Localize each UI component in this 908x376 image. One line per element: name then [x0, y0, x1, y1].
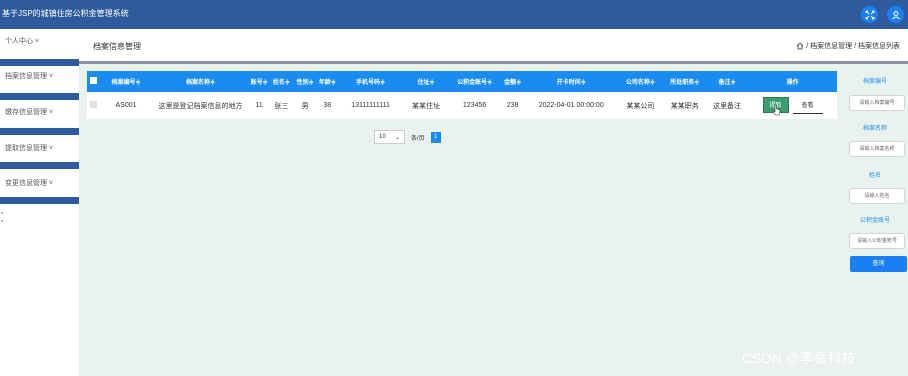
page-size-label: 条/页 — [411, 135, 425, 142]
sidebar-item-archive[interactable]: 档案信息管理 ˅ — [0, 66, 79, 88]
sidebar-divider — [0, 59, 79, 66]
column-header[interactable]: 性别≑ — [294, 71, 316, 92]
table-cell: 123456 — [462, 102, 487, 109]
table-cell: 张三 — [274, 102, 289, 110]
column-header[interactable]: 备注≑ — [706, 71, 748, 92]
fullscreen-button[interactable] — [861, 6, 878, 23]
user-button[interactable] — [887, 6, 904, 23]
page-header: 档案信息管理 / 档案信息管理 / 档案信息列表 — [79, 29, 908, 61]
watermark: CSDN @李会科技 — [742, 350, 856, 366]
column-header[interactable]: 住址≑ — [403, 71, 449, 92]
column-header: 操作 — [786, 80, 799, 86]
app-title: 基于JSP的城镇住房公积金管理系统 — [2, 9, 129, 18]
top-bar: 基于JSP的城镇住房公积金管理系统 — [0, 0, 908, 29]
table-cell: 这里是登记档案信息的地方 — [158, 102, 243, 110]
sidebar-divider — [0, 162, 79, 169]
sidebar-item-withdraw[interactable]: 提取信息管理 ˅ — [0, 138, 79, 160]
archive-table: 档案编号≑ 档案名称≑ 账号≑ 姓名≑ 性别≑ 年龄≑ 手机号码≑ 住址≑ 公积… — [87, 71, 837, 119]
page-size-select[interactable]: 10 ⌄ — [374, 130, 405, 144]
row-actions: 提取 查看 — [748, 92, 837, 119]
column-header[interactable]: 公积金账号≑ — [449, 71, 500, 92]
search-label-name: 姓名 — [868, 173, 881, 179]
sidebar-divider — [0, 128, 79, 135]
search-panel: 档案编号 请输入档案编号 档案名称 请输入档案名称 姓名 请输入姓名 公积金账号… — [842, 64, 908, 376]
search-input-name[interactable]: 请输入姓名 — [849, 188, 905, 204]
pagination: 10 ⌄ 条/页 1 — [374, 130, 441, 144]
search-input-archive-no[interactable]: 请输入档案编号 — [849, 95, 905, 111]
sidebar-item-personal-center[interactable]: 个人中心 ˅ — [0, 31, 79, 53]
sidebar-dot — [1, 220, 3, 222]
select-all-checkbox[interactable] — [87, 71, 101, 92]
search-label-archive-name: 档案名称 — [862, 126, 887, 132]
table-cell: AS001 — [115, 102, 137, 109]
header-divider — [79, 61, 908, 64]
chevron-down-icon: ⌄ — [394, 134, 400, 141]
column-header[interactable]: 档案编号≑ — [101, 71, 152, 92]
table-cell: 238 — [506, 102, 519, 109]
cursor-icon — [772, 104, 780, 116]
sidebar-dot — [1, 212, 3, 214]
search-input-fund-account[interactable]: 请输入公积金账号 — [849, 233, 905, 249]
column-header[interactable]: 公司名称≑ — [617, 71, 663, 92]
breadcrumb-path[interactable]: / 档案信息管理 / 档案信息列表 — [806, 41, 900, 51]
table-cell: 男 — [301, 102, 309, 110]
user-icon — [891, 10, 900, 19]
view-button[interactable]: 查看 — [792, 98, 823, 114]
row-checkbox[interactable] — [87, 92, 101, 119]
column-header[interactable]: 姓名≑ — [269, 71, 294, 92]
search-input-archive-name[interactable]: 请输入档案名称 — [849, 141, 905, 157]
column-header[interactable]: 年龄≑ — [316, 71, 338, 92]
home-icon[interactable] — [796, 42, 804, 50]
sidebar: 个人中心 ˅ 档案信息管理 ˅ 缴存信息管理 ˅ 提取信息管理 ˅ 变更信息管理… — [0, 29, 79, 376]
column-header[interactable]: 所处职务≑ — [664, 71, 706, 92]
withdraw-button[interactable]: 提取 — [762, 97, 789, 116]
page-title: 档案信息管理 — [93, 42, 141, 51]
table-cell: 13111111111 — [351, 102, 390, 109]
table-row: AS001 这里是登记档案信息的地方 11 张三 男 38 1311111111… — [87, 92, 837, 119]
page-size-value: 10 — [379, 134, 386, 140]
breadcrumb: / 档案信息管理 / 档案信息列表 — [796, 41, 900, 51]
table-cell: 11 — [255, 102, 263, 109]
sidebar-item-deposit[interactable]: 缴存信息管理 ˅ — [0, 102, 79, 124]
column-header[interactable]: 档案名称≑ — [151, 71, 249, 92]
sidebar-item-change[interactable]: 变更信息管理 ˅ — [0, 173, 79, 195]
table-header-row: 档案编号≑ 档案名称≑ 账号≑ 姓名≑ 性别≑ 年龄≑ 手机号码≑ 住址≑ 公积… — [87, 71, 837, 92]
sidebar-divider — [0, 197, 79, 204]
column-header[interactable]: 手机号码≑ — [338, 71, 402, 92]
table-cell: 2022-04-01 00:00:00 — [538, 102, 604, 109]
column-header[interactable]: 金额≑ — [500, 71, 525, 92]
page-number-current[interactable]: 1 — [430, 131, 441, 143]
table-cell: 某某住址 — [412, 102, 440, 110]
column-header[interactable]: 账号≑ — [250, 71, 269, 92]
search-label-archive-no: 档案编号 — [862, 79, 887, 85]
column-header[interactable]: 开卡时间≑ — [525, 71, 617, 92]
table-cell: 38 — [323, 102, 332, 109]
sidebar-divider — [0, 93, 79, 100]
search-button[interactable]: 查询 — [850, 256, 907, 272]
table-cell: 这里备注 — [713, 102, 742, 110]
search-label-fund-account: 公积金账号 — [859, 218, 890, 224]
fullscreen-icon — [865, 10, 874, 19]
table-cell: 某某职务 — [670, 102, 699, 110]
table-cell: 某某公司 — [626, 102, 655, 110]
